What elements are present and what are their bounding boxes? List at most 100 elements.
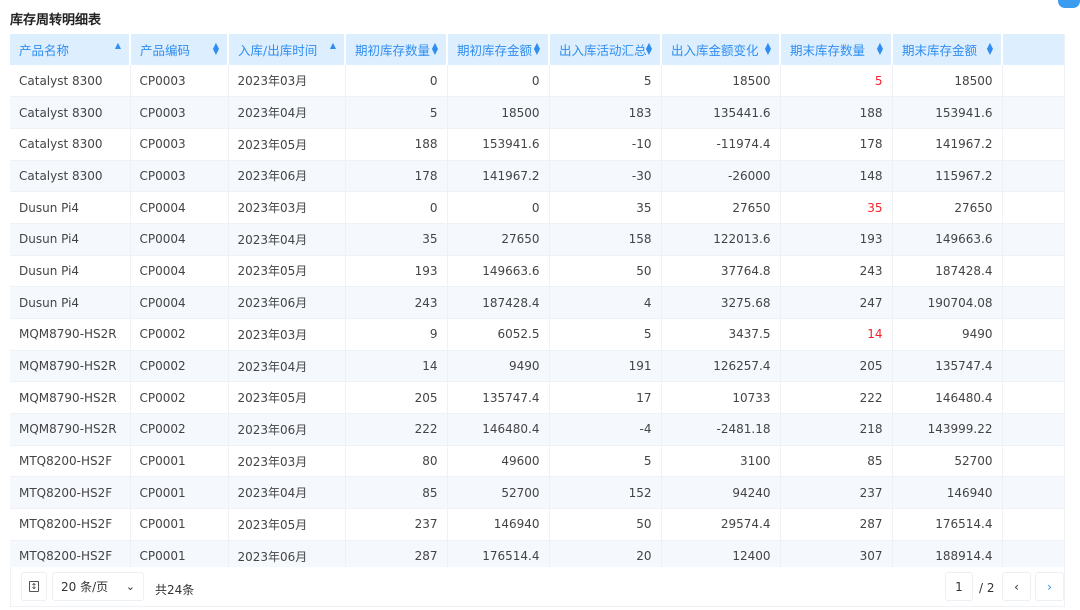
sort-icon[interactable]: ▲ ▼ — [534, 42, 540, 56]
column-header[interactable]: 入库/出库时间 ▲ — [228, 34, 346, 65]
table-cell: 218 — [780, 413, 893, 446]
table-cell: CP0003 — [130, 128, 229, 161]
table-row[interactable]: MQM8790-HS2R CP0002 2023年05月 205 135747.4 17 1… — [10, 381, 1064, 415]
table-cell: CP0004 — [130, 255, 229, 288]
column-header[interactable]: 出入库金额变化 ▲ ▼ — [661, 34, 781, 65]
column-header[interactable]: 期初库存金额 ▲ ▼ — [447, 34, 550, 65]
column-header[interactable]: 产品名称 ▲ — [10, 34, 131, 65]
table-cell: 222 — [780, 381, 893, 415]
table-row[interactable]: MTQ8200-HS2F CP0001 2023年06月 287 176514.4 20 1… — [10, 540, 1064, 567]
table-row[interactable]: Dusun Pi4 CP0004 2023年06月 243 187428.4 4 3275.… — [10, 286, 1064, 319]
table-cell: 135441.6 — [661, 96, 781, 129]
sort-icon[interactable]: ▲ ▼ — [213, 42, 219, 56]
sort-icon[interactable]: ▲ — [330, 42, 336, 50]
table-cell-extra — [1002, 381, 1064, 415]
column-label: 入库/出库时间 — [238, 43, 318, 58]
table-cell: 35 — [780, 191, 893, 224]
table-cell: 5 — [549, 65, 662, 98]
column-header[interactable]: 期末库存金额 ▲ ▼ — [892, 34, 1003, 65]
table-row[interactable]: MQM8790-HS2R CP0002 2023年04月 14 9490 191 12625… — [10, 350, 1064, 383]
column-label: 期初库存金额 — [457, 43, 533, 58]
table-cell: -26000 — [661, 160, 781, 193]
table-cell: 3275.68 — [661, 286, 781, 319]
table-cell-extra — [1002, 476, 1064, 510]
table-cell: -4 — [549, 413, 662, 446]
floating-button[interactable] — [1058, 0, 1080, 8]
table-cell: 9490 — [447, 350, 550, 383]
table-cell: CP0003 — [130, 160, 229, 193]
table-row[interactable]: Catalyst 8300 CP0003 2023年06月 178 141967.2 -3… — [10, 160, 1064, 193]
table-cell: -30 — [549, 160, 662, 193]
page-size-value: 20 条/页 — [61, 580, 109, 594]
sort-icon[interactable]: ▲ ▼ — [765, 42, 771, 56]
table-cell: 85 — [780, 445, 893, 478]
table-cell: 35 — [549, 191, 662, 224]
sort-icon[interactable]: ▲ ▼ — [877, 42, 883, 56]
table-cell: -2481.18 — [661, 413, 781, 446]
table-row[interactable]: MTQ8200-HS2F CP0001 2023年05月 237 146940 50 295… — [10, 508, 1064, 541]
table-row[interactable]: Catalyst 8300 CP0003 2023年05月 188 153941.6 -1… — [10, 128, 1064, 161]
table-cell: 3100 — [661, 445, 781, 478]
table-cell: 5 — [780, 65, 893, 98]
table-cell: 2023年04月 — [228, 350, 346, 383]
sort-icon[interactable]: ▲ — [115, 42, 121, 50]
table-cell: 183 — [549, 96, 662, 129]
table-cell: 205 — [345, 381, 448, 415]
table-row[interactable]: Dusun Pi4 CP0004 2023年05月 193 149663.6 50 3776… — [10, 255, 1064, 288]
table-cell: 149663.6 — [447, 255, 550, 288]
prev-page-button[interactable]: ‹ — [1002, 572, 1031, 601]
column-label: 产品编码 — [140, 43, 191, 58]
table-cell: Catalyst 8300 — [10, 128, 131, 161]
table-row[interactable]: MTQ8200-HS2F CP0001 2023年04月 85 52700 152 9424… — [10, 476, 1064, 510]
table-cell: 80 — [345, 445, 448, 478]
sort-icon[interactable]: ▲ ▼ — [987, 42, 993, 56]
table-cell: 135747.4 — [892, 350, 1003, 383]
table-row[interactable]: MTQ8200-HS2F CP0001 2023年03月 80 49600 5 3100 85… — [10, 445, 1064, 478]
table-cell: 188 — [780, 96, 893, 129]
table-cell: CP0003 — [130, 65, 229, 98]
page-input[interactable]: 1 — [945, 572, 973, 601]
table-row[interactable]: MQM8790-HS2R CP0002 2023年06月 222 146480.4 -4-… — [10, 413, 1064, 446]
table-cell: 287 — [780, 508, 893, 541]
table-row[interactable]: Catalyst 8300 CP0003 2023年04月 5 18500 183 1354… — [10, 96, 1064, 129]
table-cell: 0 — [345, 191, 448, 224]
table-cell: 2023年05月 — [228, 128, 346, 161]
table-cell: 146940 — [447, 508, 550, 541]
table-cell: 222 — [345, 413, 448, 446]
column-label: 出入库活动汇总 — [559, 43, 647, 58]
table-cell: -10 — [549, 128, 662, 161]
column-header[interactable]: 产品编码 ▲ ▼ — [130, 34, 229, 65]
table-cell: 176514.4 — [892, 508, 1003, 541]
column-header[interactable]: 出入库活动汇总 ▲ ▼ — [549, 34, 662, 65]
next-page-button[interactable]: › — [1035, 572, 1064, 601]
column-label: 期初库存数量 — [355, 43, 431, 58]
table-cell: 20 — [549, 540, 662, 567]
table-cell: 188914.4 — [892, 540, 1003, 567]
column-settings-icon: ↕ — [29, 581, 39, 592]
page-size-select[interactable]: 20 条/页 ⌄ — [52, 572, 144, 601]
table-cell: 52700 — [892, 445, 1003, 478]
table-row[interactable]: Catalyst 8300 CP0003 2023年03月 0 0 5 18500 5 1850… — [10, 65, 1064, 98]
column-label: 出入库金额变化 — [671, 43, 759, 58]
sort-icon[interactable]: ▲ ▼ — [646, 42, 652, 56]
table-row[interactable]: Dusun Pi4 CP0004 2023年04月 35 27650 158 122013.… — [10, 223, 1064, 256]
table-cell: 152 — [549, 476, 662, 510]
table-cell: 237 — [345, 508, 448, 541]
table-row[interactable]: Dusun Pi4 CP0004 2023年03月 0 0 35 27650 35 27650 — [10, 191, 1064, 224]
table-cell: 14 — [780, 318, 893, 351]
table-cell-extra — [1002, 350, 1064, 383]
table-cell: 146480.4 — [892, 381, 1003, 415]
table-cell: 49600 — [447, 445, 550, 478]
table-cell: 85 — [345, 476, 448, 510]
column-settings-button[interactable]: ↕ — [21, 572, 47, 601]
table-cell: 6052.5 — [447, 318, 550, 351]
column-header[interactable]: 期末库存数量 ▲ ▼ — [780, 34, 893, 65]
table-cell: 5 — [345, 96, 448, 129]
table-row[interactable]: MQM8790-HS2R CP0002 2023年03月 9 6052.5 5 3437.5… — [10, 318, 1064, 351]
column-header[interactable]: 期初库存数量 ▲ ▼ — [345, 34, 448, 65]
table-cell: 0 — [447, 191, 550, 224]
table-cell: 29574.4 — [661, 508, 781, 541]
sort-icon[interactable]: ▲ ▼ — [432, 42, 438, 56]
table-cell: MQM8790-HS2R — [10, 350, 131, 383]
table-cell: 247 — [780, 286, 893, 319]
